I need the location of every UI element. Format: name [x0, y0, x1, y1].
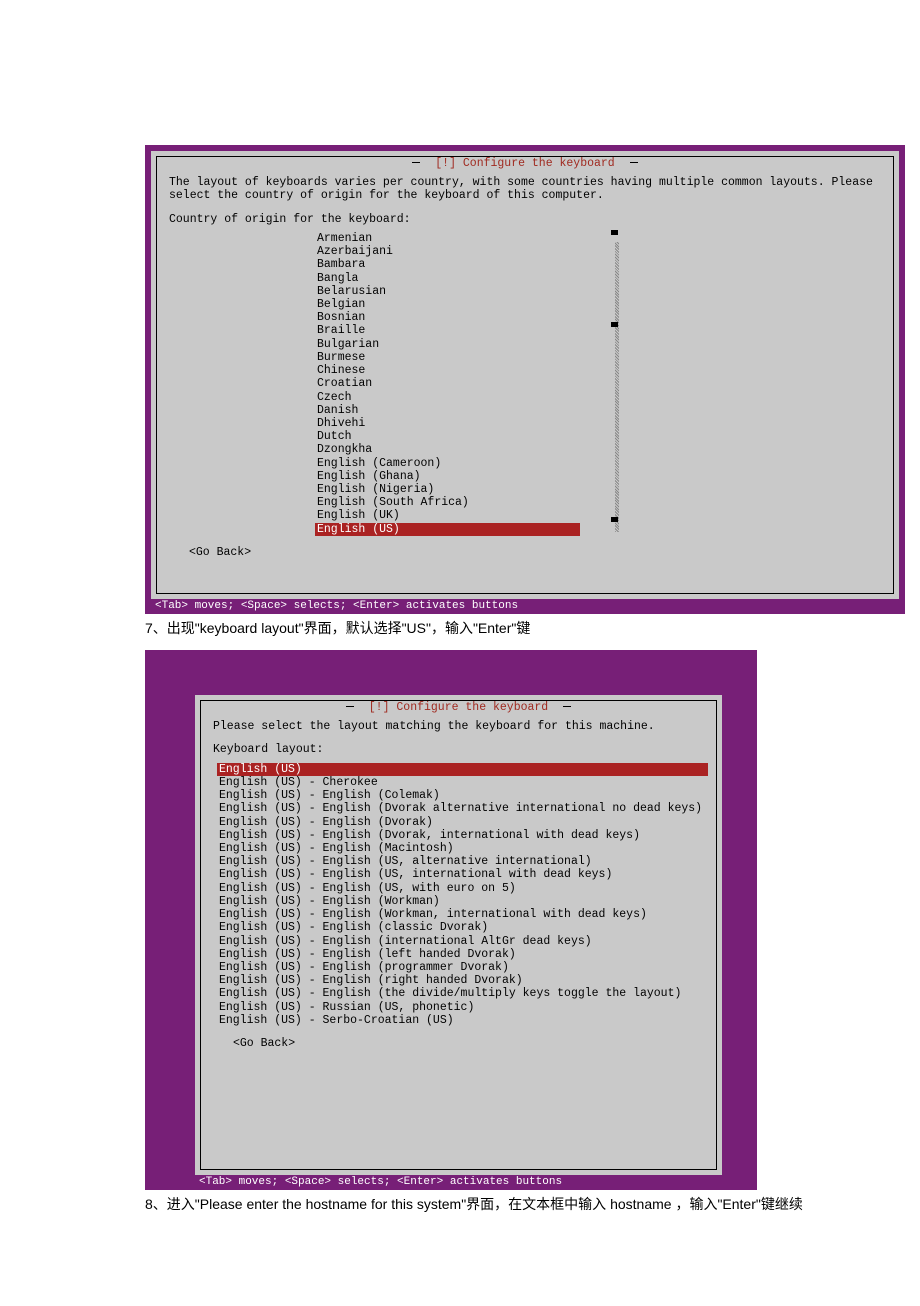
country-list[interactable]: ArmenianAzerbaijaniBambaraBanglaBelarusi…	[315, 232, 625, 536]
status-bar: <Tab> moves; <Space> selects; <Enter> ac…	[151, 599, 899, 614]
list-item[interactable]: Braille	[315, 324, 625, 337]
list-item[interactable]: English (US) - Serbo-Croatian (US)	[217, 1014, 708, 1027]
dialog-title: [!] Configure the keyboard	[365, 701, 552, 714]
list-item[interactable]: English (US) - English (US, alternative …	[217, 855, 708, 868]
dialog-title-bar: [!] Configure the keyboard	[209, 701, 708, 714]
list-item[interactable]: Dutch	[315, 430, 625, 443]
list-item[interactable]: Bambara	[315, 258, 625, 271]
dialog-description: Please select the layout matching the ke…	[213, 720, 704, 733]
list-item[interactable]: Chinese	[315, 364, 625, 377]
list-item[interactable]: English (US) - English (Dvorak alternati…	[217, 802, 708, 815]
list-item[interactable]: Dzongkha	[315, 443, 625, 456]
list-item[interactable]: English (US) - English (Dvorak, internat…	[217, 829, 708, 842]
list-item[interactable]: English (US) - English (Colemak)	[217, 789, 708, 802]
instruction-step-8: 8、进入"Please enter the hostname for this …	[145, 1194, 810, 1214]
list-item[interactable]: English (US) - English (international Al…	[217, 935, 708, 948]
list-item[interactable]: Belarusian	[315, 285, 625, 298]
dialog-title-bar: [!] Configure the keyboard	[165, 157, 885, 170]
list-item[interactable]: English (UK)	[315, 509, 625, 522]
list-item[interactable]: Bulgarian	[315, 338, 625, 351]
list-item[interactable]: English (US) - English (US, internationa…	[217, 868, 708, 881]
list-item[interactable]: English (US) - English (Dvorak)	[217, 816, 708, 829]
dialog-description: The layout of keyboards varies per count…	[169, 176, 881, 202]
list-item[interactable]: English (US) - English (classic Dvorak)	[217, 921, 708, 934]
go-back-button[interactable]: <Go Back>	[189, 546, 885, 559]
list-item[interactable]: English (Ghana)	[315, 470, 625, 483]
keyboard-country-dialog: [!] Configure the keyboard The layout of…	[151, 151, 899, 599]
scroll-thumb-icon[interactable]	[611, 322, 618, 327]
list-item[interactable]: English (US) - Cherokee	[217, 776, 708, 789]
list-item[interactable]: English (US) - English (Macintosh)	[217, 842, 708, 855]
list-item[interactable]: English (Nigeria)	[315, 483, 625, 496]
list-item-selected[interactable]: English (US)	[315, 523, 580, 536]
list-item[interactable]: Bosnian	[315, 311, 625, 324]
list-item[interactable]: English (US) - Russian (US, phonetic)	[217, 1001, 708, 1014]
list-item[interactable]: Croatian	[315, 377, 625, 390]
list-item[interactable]: English (US) - English (Workman)	[217, 895, 708, 908]
layout-list[interactable]: English (US) English (US) - CherokeeEngl…	[217, 763, 708, 1027]
status-bar: <Tab> moves; <Space> selects; <Enter> ac…	[195, 1175, 722, 1190]
go-back-button[interactable]: <Go Back>	[233, 1037, 708, 1050]
list-item[interactable]: Bangla	[315, 272, 625, 285]
scroll-arrow-up-icon[interactable]	[611, 230, 618, 235]
list-item[interactable]: English (US) - English (the divide/multi…	[217, 987, 708, 1000]
document-page: [!] Configure the keyboard The layout of…	[0, 0, 920, 1306]
list-item[interactable]: Azerbaijani	[315, 245, 625, 258]
installer-screenshot-2: [!] Configure the keyboard Please select…	[145, 650, 757, 1190]
dialog-title: [!] Configure the keyboard	[431, 157, 618, 170]
list-item-selected[interactable]: English (US)	[217, 763, 708, 776]
list-item[interactable]: Burmese	[315, 351, 625, 364]
list-item[interactable]: Czech	[315, 391, 625, 404]
list-item[interactable]: Belgian	[315, 298, 625, 311]
scroll-arrow-down-icon[interactable]	[611, 517, 618, 522]
list-item[interactable]: English (Cameroon)	[315, 457, 625, 470]
list-item[interactable]: Armenian	[315, 232, 625, 245]
list-item[interactable]: English (US) - English (Workman, interna…	[217, 908, 708, 921]
list-item[interactable]: Danish	[315, 404, 625, 417]
list-item[interactable]: English (US) - English (left handed Dvor…	[217, 948, 708, 961]
installer-screenshot-1: [!] Configure the keyboard The layout of…	[145, 145, 905, 614]
instruction-step-7: 7、出现"keyboard layout"界面，默认选择"US"，输入"Ente…	[145, 618, 810, 638]
field-label: Keyboard layout:	[213, 743, 704, 756]
keyboard-layout-dialog: [!] Configure the keyboard Please select…	[195, 695, 722, 1175]
list-item[interactable]: English (US) - English (right handed Dvo…	[217, 974, 708, 987]
list-item[interactable]: English (South Africa)	[315, 496, 625, 509]
list-item[interactable]: English (US) - English (programmer Dvora…	[217, 961, 708, 974]
field-label: Country of origin for the keyboard:	[169, 213, 881, 226]
scrollbar-icon[interactable]	[615, 242, 619, 532]
list-item[interactable]: Dhivehi	[315, 417, 625, 430]
list-item[interactable]: English (US) - English (US, with euro on…	[217, 882, 708, 895]
